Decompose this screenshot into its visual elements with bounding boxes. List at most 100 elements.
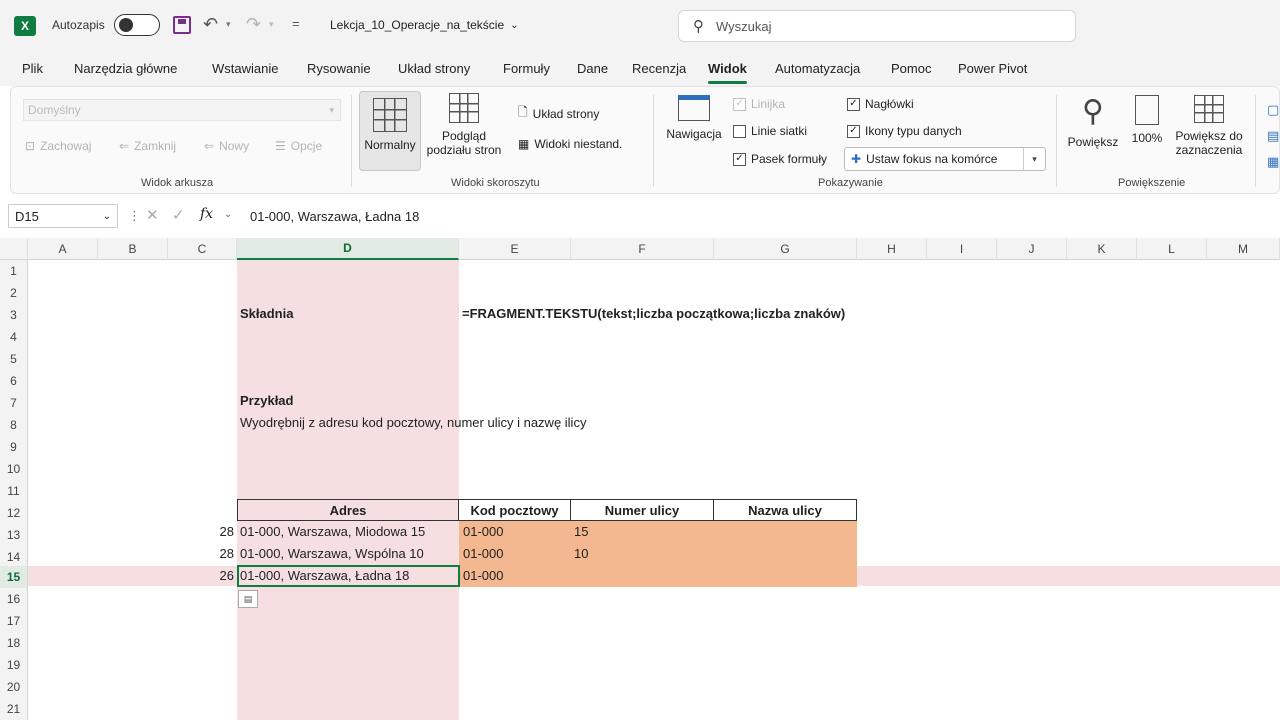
name-box[interactable]: D15 ⌄ [8, 204, 118, 228]
column-header-m[interactable]: M [1207, 238, 1280, 260]
save-icon[interactable] [173, 16, 191, 34]
focus-cell-button[interactable]: ✚ Ustaw fokus na komórce ▾ [844, 147, 1046, 171]
tab-automate[interactable]: Automatyzacja [775, 61, 860, 76]
tab-power-pivot[interactable]: Power Pivot [958, 61, 1027, 76]
column-header-i[interactable]: I [927, 238, 997, 260]
column-header-j[interactable]: J [997, 238, 1067, 260]
headings-checkbox[interactable]: ✓ Nagłówki [847, 97, 914, 111]
tab-insert[interactable]: Wstawianie [212, 61, 278, 76]
customize-toolbar-icon[interactable]: = [292, 16, 300, 31]
tab-file[interactable]: Plik [22, 61, 43, 76]
cancel-icon[interactable]: ✕ [146, 206, 159, 224]
search-box[interactable]: ⚲ [678, 10, 1076, 42]
row-header[interactable]: 7 [0, 392, 28, 414]
undo-icon[interactable]: ↶ [203, 14, 218, 35]
row-header[interactable]: 16 [0, 588, 28, 610]
formula-input[interactable] [240, 204, 1272, 228]
view-options-button[interactable]: ☰ Opcje [275, 139, 322, 153]
worksheet-grid[interactable]: A B C D E F G H I J K L M 1 2 3 4 5 6 7 … [0, 238, 1280, 720]
cell-f14-street-number[interactable]: 10 [574, 544, 588, 564]
undo-dropdown-icon[interactable]: ▾ [226, 19, 231, 30]
cell-d3-syntax-label[interactable]: Składnia [240, 304, 293, 324]
row-header[interactable]: 8 [0, 414, 28, 436]
cell-c14-length[interactable]: 28 [212, 544, 234, 564]
data-type-icons-checkbox[interactable]: ✓ Ikony typu danych [847, 124, 962, 138]
tab-data[interactable]: Dane [577, 61, 608, 76]
row-header[interactable]: 20 [0, 676, 28, 698]
cell-d8-instruction[interactable]: Wyodrębnij z adresu kod pocztowy, numer … [240, 413, 586, 433]
row-header[interactable]: 17 [0, 610, 28, 632]
normal-view-button[interactable]: Normalny [359, 91, 421, 171]
cell-f13-street-number[interactable]: 15 [574, 522, 588, 542]
zoom-button[interactable]: ⚲ Powiększ [1063, 95, 1123, 149]
zoom-100-button[interactable]: 100% [1127, 95, 1167, 145]
table-header-street-number[interactable]: Numer ulicy [570, 499, 714, 521]
search-input[interactable] [716, 18, 1016, 34]
tab-home[interactable]: Narzędzia główne [74, 61, 177, 76]
column-header-h[interactable]: H [857, 238, 927, 260]
row-header[interactable]: 10 [0, 458, 28, 480]
cell-e15-postal-code[interactable]: 01-000 [463, 566, 503, 586]
column-header-a[interactable]: A [28, 238, 98, 260]
page-layout-view-button[interactable]: 🗋 Układ strony [518, 103, 599, 124]
zoom-to-selection-button[interactable]: Powiększ do zaznaczenia [1171, 95, 1247, 157]
row-header[interactable]: 19 [0, 654, 28, 676]
formula-bar-checkbox[interactable]: ✓ Pasek formuły [733, 152, 827, 166]
ruler-checkbox[interactable]: ✓ Linijka [733, 97, 785, 111]
row-header[interactable]: 12 [0, 502, 28, 524]
formula-bar-grip-icon[interactable]: ⋮ [128, 208, 141, 224]
insert-function-icon[interactable]: fx [200, 206, 213, 222]
column-header-e[interactable]: E [459, 238, 571, 260]
row-header[interactable]: 14 [0, 546, 28, 568]
row-header[interactable]: 11 [0, 480, 28, 502]
cell-e3-formula-syntax[interactable]: =FRAGMENT.TEKSTU(tekst;liczba początkowa… [462, 304, 845, 324]
column-header-f[interactable]: F [571, 238, 714, 260]
navigation-button[interactable]: Nawigacja [661, 95, 727, 141]
tab-review[interactable]: Recenzja [632, 61, 686, 76]
keep-view-button[interactable]: ⊡ Zachowaj [25, 139, 91, 153]
column-header-d[interactable]: D [237, 238, 459, 260]
row-header[interactable]: 3 [0, 304, 28, 326]
column-header-g[interactable]: G [714, 238, 857, 260]
cell-c15-length[interactable]: 26 [212, 566, 234, 586]
sheet-view-dropdown[interactable]: Domyślny ▾ [23, 99, 341, 121]
row-header[interactable]: 18 [0, 632, 28, 654]
custom-views-button[interactable]: ▦ Widoki niestand. [518, 137, 622, 151]
tab-view[interactable]: Widok [708, 61, 747, 84]
row-header[interactable]: 9 [0, 436, 28, 458]
column-header-c[interactable]: C [168, 238, 237, 260]
column-header-k[interactable]: K [1067, 238, 1137, 260]
tab-draw[interactable]: Rysowanie [307, 61, 371, 76]
file-name[interactable]: Lekcja_10_Operacje_na_tekście ⌄ [330, 18, 519, 32]
row-header[interactable]: 6 [0, 370, 28, 392]
enter-icon[interactable]: ✓ [172, 206, 185, 224]
chevron-down-icon[interactable]: ⌄ [224, 209, 232, 220]
table-header-street-name[interactable]: Nazwa ulicy [713, 499, 857, 521]
column-header-l[interactable]: L [1137, 238, 1207, 260]
row-header[interactable]: 13 [0, 524, 28, 546]
row-header-selected[interactable]: 15 [0, 566, 28, 588]
autosave-toggle[interactable] [114, 14, 160, 36]
cell-e14-postal-code[interactable]: 01-000 [463, 544, 503, 564]
cell-e13-postal-code[interactable]: 01-000 [463, 522, 503, 542]
tab-help[interactable]: Pomoc [891, 61, 931, 76]
cell-d13-address[interactable]: 01-000, Warszawa, Miodowa 15 [240, 522, 425, 542]
paste-options-icon[interactable]: ▤ [238, 590, 258, 608]
select-all-corner[interactable] [0, 238, 28, 260]
tab-formulas[interactable]: Formuły [503, 61, 550, 76]
cell-c13-length[interactable]: 28 [212, 522, 234, 542]
tab-page-layout[interactable]: Układ strony [398, 61, 470, 76]
close-view-button[interactable]: ⇐ Zamknij [119, 139, 176, 153]
window-group-icons[interactable]: ▢ ▤ ▦ [1267, 97, 1279, 175]
row-header[interactable]: 21 [0, 698, 28, 720]
cell-d7-example-label[interactable]: Przykład [240, 391, 293, 411]
row-header[interactable]: 2 [0, 282, 28, 304]
new-view-button[interactable]: ⇐ Nowy [204, 139, 249, 153]
gridlines-checkbox[interactable]: Linie siatki [733, 124, 807, 138]
table-header-postal-code[interactable]: Kod pocztowy [458, 499, 571, 521]
row-header[interactable]: 1 [0, 260, 28, 282]
redo-dropdown-icon[interactable]: ▾ [269, 19, 274, 30]
row-header[interactable]: 5 [0, 348, 28, 370]
redo-icon[interactable]: ↷ [246, 14, 261, 35]
page-break-preview-button[interactable]: Podgląd podziału stron [424, 93, 504, 157]
